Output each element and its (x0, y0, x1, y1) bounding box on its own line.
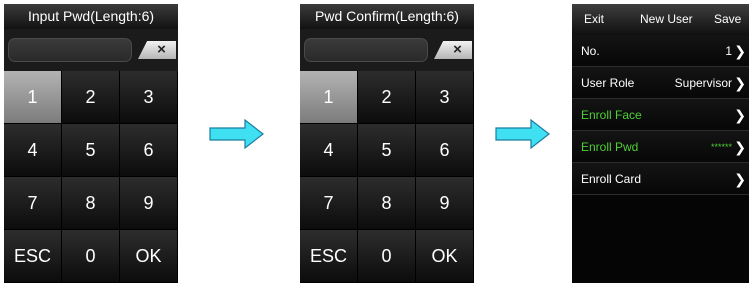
backspace-button[interactable]: × (138, 41, 176, 59)
menu-row-enroll-pwd[interactable]: Enroll Pwd ****** ❯ (572, 131, 749, 163)
key-9[interactable]: 9 (120, 177, 178, 230)
key-5[interactable]: 5 (358, 124, 416, 177)
chevron-right-icon: ❯ (734, 171, 746, 187)
confirm-password-screen: Pwd Confirm(Length:6) × 1 2 3 4 5 6 7 8 … (300, 4, 474, 283)
screen-title: Input Pwd(Length:6) (4, 4, 178, 30)
save-button[interactable]: Save (714, 12, 741, 26)
right-arrow-icon (495, 119, 550, 149)
key-0[interactable]: 0 (358, 230, 416, 283)
key-esc[interactable]: ESC (300, 230, 358, 283)
password-field[interactable] (304, 38, 428, 62)
right-arrow-icon (209, 119, 264, 149)
new-user-screen: Exit New User Save No. 1 ❯ User Role Sup… (572, 4, 749, 283)
menu-row-enroll-face[interactable]: Enroll Face ❯ (572, 99, 749, 131)
numeric-keypad: 1 2 3 4 5 6 7 8 9 ESC 0 OK (300, 71, 474, 283)
menu-row-user-role[interactable]: User Role Supervisor ❯ (572, 67, 749, 99)
key-6[interactable]: 6 (120, 124, 178, 177)
key-ok[interactable]: OK (416, 230, 474, 283)
chevron-right-icon: ❯ (734, 139, 746, 155)
key-7[interactable]: 7 (300, 177, 358, 230)
key-2[interactable]: 2 (358, 71, 416, 124)
row-label: User Role (581, 76, 635, 90)
chevron-right-icon: ❯ (734, 43, 746, 59)
key-1[interactable]: 1 (4, 71, 62, 124)
key-0[interactable]: 0 (62, 230, 120, 283)
page-title: New User (640, 12, 693, 26)
numeric-keypad: 1 2 3 4 5 6 7 8 9 ESC 0 OK (4, 71, 178, 283)
screen-title: Pwd Confirm(Length:6) (300, 4, 474, 30)
key-3[interactable]: 3 (120, 71, 178, 124)
key-9[interactable]: 9 (416, 177, 474, 230)
key-3[interactable]: 3 (416, 71, 474, 124)
menu-row-enroll-card[interactable]: Enroll Card ❯ (572, 163, 749, 195)
password-field[interactable] (8, 38, 132, 62)
clear-icon: × (157, 41, 166, 58)
backspace-button[interactable]: × (434, 41, 472, 59)
key-4[interactable]: 4 (300, 124, 358, 177)
password-input-row: × (300, 29, 474, 71)
row-value: Supervisor (674, 76, 732, 90)
key-8[interactable]: 8 (62, 177, 120, 230)
key-esc[interactable]: ESC (4, 230, 62, 283)
input-password-screen: Input Pwd(Length:6) × 1 2 3 4 5 6 7 8 9 … (4, 4, 178, 283)
key-7[interactable]: 7 (4, 177, 62, 230)
key-ok[interactable]: OK (120, 230, 178, 283)
password-input-row: × (4, 29, 178, 71)
new-user-header: Exit New User Save (572, 4, 749, 35)
chevron-right-icon: ❯ (734, 75, 746, 91)
key-2[interactable]: 2 (62, 71, 120, 124)
key-8[interactable]: 8 (358, 177, 416, 230)
key-4[interactable]: 4 (4, 124, 62, 177)
row-label: Enroll Pwd (581, 140, 639, 154)
row-label: No. (581, 44, 600, 58)
exit-button[interactable]: Exit (584, 12, 604, 26)
row-value: ****** (710, 142, 732, 152)
menu-row-number[interactable]: No. 1 ❯ (572, 35, 749, 67)
row-label: Enroll Card (581, 172, 642, 186)
chevron-right-icon: ❯ (734, 107, 746, 123)
row-label: Enroll Face (581, 108, 642, 122)
clear-icon: × (453, 41, 462, 58)
row-value: 1 (725, 44, 732, 58)
key-5[interactable]: 5 (62, 124, 120, 177)
key-6[interactable]: 6 (416, 124, 474, 177)
key-1[interactable]: 1 (300, 71, 358, 124)
